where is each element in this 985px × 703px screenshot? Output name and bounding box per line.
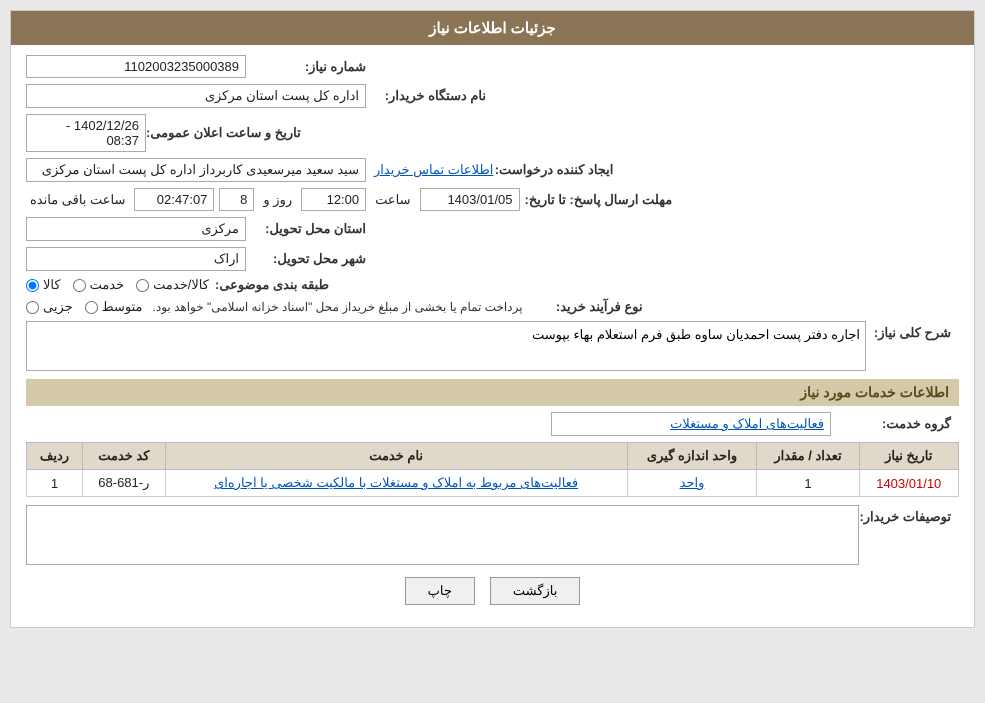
tabaqhebandi-radios: کالا/خدمت خدمت کالا xyxy=(26,277,209,293)
radio-jozi-input[interactable] xyxy=(26,301,39,314)
buttons-row: بازگشت چاپ xyxy=(26,577,959,605)
ostan-row: استان محل تحویل: مرکزی xyxy=(26,217,959,241)
col-vahad: واحد اندازه گیری xyxy=(627,443,757,470)
shomare-niaz-label: شماره نیاز: xyxy=(246,59,366,75)
group-row: گروه خدمت: فعالیت‌های املاک و مستغلات xyxy=(26,412,959,436)
tarikh-elan-label: تاریخ و ساعت اعلان عمومی: xyxy=(146,125,301,141)
radio-motavasset-input[interactable] xyxy=(85,301,98,314)
page-header: جزئیات اطلاعات نیاز xyxy=(11,11,974,45)
services-table: تاریخ نیاز تعداد / مقدار واحد اندازه گیر… xyxy=(26,442,959,497)
tarikh-elan-value: 1402/12/26 - 08:37 xyxy=(26,114,146,152)
cell-tarikh: 1403/01/10 xyxy=(859,470,958,497)
table-row: 1403/01/10 1 واحد فعالیت‌های مربوط به ام… xyxy=(27,470,959,497)
cell-code-khedmat: ر-681-68 xyxy=(83,470,166,497)
cell-vahad: واحد xyxy=(627,470,757,497)
ijad-value: سید سعید میرسعیدی کاربرداز اداره کل پست … xyxy=(26,158,366,182)
group-label: گروه خدمت: xyxy=(831,416,951,432)
nam-dastgah-label: نام دستگاه خریدار: xyxy=(366,88,486,104)
group-value: فعالیت‌های املاک و مستغلات xyxy=(551,412,831,436)
jozi-label: جزیی xyxy=(43,299,73,315)
col-tedaad: تعداد / مقدار xyxy=(757,443,859,470)
ijad-label: ایجاد کننده درخواست: xyxy=(493,162,613,178)
cell-name-khedmat: فعالیت‌های مربوط به املاک و مستغلات با م… xyxy=(165,470,627,497)
kala-khedmat-label: کالا/خدمت xyxy=(153,277,209,293)
shomare-niaz-row: شماره نیاز: 1102003235000389 xyxy=(26,55,959,78)
radio-kala-input[interactable] xyxy=(26,279,39,292)
group-value-link[interactable]: فعالیت‌های املاک و مستغلات xyxy=(670,416,824,431)
ijad-row: ایجاد کننده درخواست: اطلاعات تماس خریدار… xyxy=(26,158,959,182)
saat-value: 12:00 xyxy=(301,188,366,211)
ostan-label: استان محل تحویل: xyxy=(246,221,366,237)
tabaqhebandi-row: طبقه بندی موضوعی: کالا/خدمت خدمت کالا xyxy=(26,277,959,293)
baqi-value: 02:47:07 xyxy=(134,188,214,211)
rooz-value: 8 xyxy=(219,188,254,211)
shahr-value: اراک xyxy=(26,247,246,271)
sharh-row: شرح کلی نیاز: xyxy=(26,321,959,371)
nam-dastgah-value: اداره کل پست استان مرکزی xyxy=(26,84,366,108)
radio-jozi: جزیی xyxy=(26,299,73,315)
noefrayand-desc: پرداخت تمام یا بخشی از مبلغ خریداز محل "… xyxy=(153,300,523,314)
shahr-row: شهر محل تحویل: اراک xyxy=(26,247,959,271)
nam-dastgah-row: نام دستگاه خریدار: اداره کل پست استان مر… xyxy=(26,84,959,108)
tarikh-elan-row: تاریخ و ساعت اعلان عمومی: 1402/12/26 - 0… xyxy=(26,114,959,152)
mohlat-label: مهلت ارسال پاسخ: تا تاریخ: xyxy=(525,192,673,208)
noefrayand-label: نوع فرآیند خرید: xyxy=(523,299,643,315)
tabaqhebandi-label: طبقه بندی موضوعی: xyxy=(209,277,329,293)
khedmat-label: خدمت xyxy=(90,277,125,293)
shomare-niaz-value: 1102003235000389 xyxy=(26,55,246,78)
baqi-label: ساعت باقی مانده xyxy=(30,192,125,208)
page-title: جزئیات اطلاعات نیاز xyxy=(429,20,556,37)
kala-label: کالا xyxy=(43,277,61,293)
radio-kala-khedmat-input[interactable] xyxy=(136,279,149,292)
cell-tedaad: 1 xyxy=(757,470,859,497)
tozihat-label: توصیفات خریدار: xyxy=(859,505,951,525)
col-tarikh: تاریخ نیاز xyxy=(859,443,958,470)
radio-khedmat: خدمت xyxy=(73,277,125,293)
motavasset-label: متوسط xyxy=(102,299,143,315)
back-button[interactable]: بازگشت xyxy=(490,577,580,605)
ettelaat-tamas-link[interactable]: اطلاعات تماس خریدار xyxy=(374,162,493,178)
radio-kala-khedmat: کالا/خدمت xyxy=(136,277,209,293)
radio-kala: کالا xyxy=(26,277,61,293)
tozihat-row: توصیفات خریدار: xyxy=(26,505,959,565)
rooz-label: روز و xyxy=(263,192,292,208)
print-button[interactable]: چاپ xyxy=(405,577,475,605)
col-name-khedmat: نام خدمت xyxy=(165,443,627,470)
tozihat-textarea[interactable] xyxy=(26,505,859,565)
radio-khedmat-input[interactable] xyxy=(73,279,86,292)
cell-radif: 1 xyxy=(27,470,83,497)
radio-motavasset: متوسط xyxy=(85,299,143,315)
services-section-title: اطلاعات خدمات مورد نیاز xyxy=(26,379,959,406)
sharh-label: شرح کلی نیاز: xyxy=(866,321,951,341)
mohlat-row: مهلت ارسال پاسخ: تا تاریخ: 1403/01/05 سا… xyxy=(26,188,959,211)
sharh-textarea[interactable] xyxy=(26,321,866,371)
noefrayand-radios: متوسط جزیی xyxy=(26,299,143,315)
col-code-khedmat: کد خدمت xyxy=(83,443,166,470)
saat-label: ساعت xyxy=(375,192,410,208)
shahr-label: شهر محل تحویل: xyxy=(246,251,366,267)
date-value: 1403/01/05 xyxy=(420,188,520,211)
noefrayand-row: نوع فرآیند خرید: پرداخت تمام یا بخشی از … xyxy=(26,299,959,315)
col-radif: ردیف xyxy=(27,443,83,470)
ostan-value: مرکزی xyxy=(26,217,246,241)
